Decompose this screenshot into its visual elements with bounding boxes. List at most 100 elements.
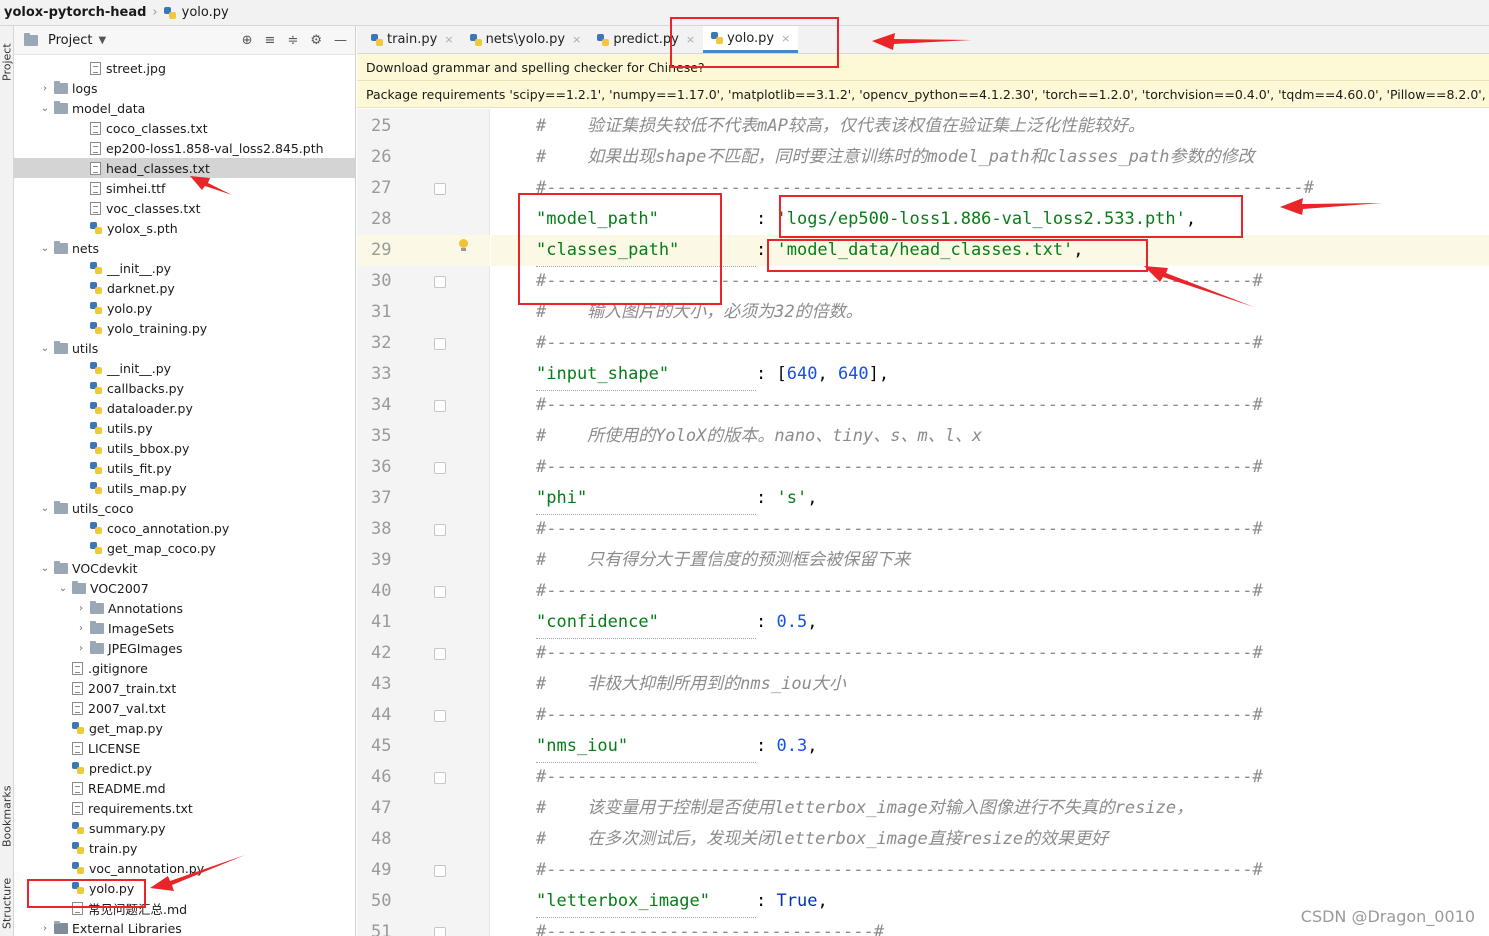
fold-marker-icon[interactable] (434, 927, 446, 936)
code-line[interactable]: #---------------------------------------… (491, 855, 1489, 886)
code-line[interactable]: "phi": 's', (491, 483, 1489, 515)
fold-marker-icon[interactable] (434, 524, 446, 536)
bookmarks-tool-button[interactable]: Bookmarks (0, 781, 14, 851)
tree-item[interactable]: dataloader.py (14, 398, 355, 418)
tree-item[interactable]: simhei.ttf (14, 178, 355, 198)
code-line[interactable]: #---------------------------------------… (491, 576, 1489, 607)
code-line[interactable]: "confidence": 0.5, (491, 607, 1489, 639)
tree-item[interactable]: utils_fit.py (14, 458, 355, 478)
tree-item[interactable]: yolo.py (14, 298, 355, 318)
chevron-down-icon[interactable]: ⌄ (40, 243, 50, 254)
tree-item[interactable]: 2007_train.txt (14, 678, 355, 698)
tree-item[interactable]: head_classes.txt (14, 158, 355, 178)
code-line[interactable]: #---------------------------------------… (491, 762, 1489, 793)
tree-item[interactable]: darknet.py (14, 278, 355, 298)
code-line[interactable]: #---------------------------------------… (491, 452, 1489, 483)
tree-item[interactable]: README.md (14, 778, 355, 798)
code-line[interactable]: #---------------------------------------… (491, 700, 1489, 731)
chevron-right-icon[interactable]: › (76, 643, 86, 654)
chevron-down-icon[interactable]: ⌄ (40, 503, 50, 514)
tree-item[interactable]: summary.py (14, 818, 355, 838)
code-line[interactable]: # 在多次测试后，发现关闭letterbox_image直接resize的效果更… (491, 824, 1489, 855)
tree-item[interactable]: .gitignore (14, 658, 355, 678)
fold-marker-icon[interactable] (434, 276, 446, 288)
fold-marker-icon[interactable] (434, 648, 446, 660)
tree-item[interactable]: voc_annotation.py (14, 858, 355, 878)
tree-item[interactable]: yolox_s.pth (14, 218, 355, 238)
tree-item[interactable]: ⌄ VOC2007 (14, 578, 355, 598)
chevron-down-icon[interactable]: ⌄ (58, 583, 68, 594)
expand-icon[interactable]: ≑ (287, 33, 298, 48)
tree-item[interactable]: LICENSE (14, 738, 355, 758)
code-line[interactable]: # 所使用的YoloX的版本。nano、tiny、s、m、l、x (491, 421, 1489, 452)
tree-item[interactable]: coco_annotation.py (14, 518, 355, 538)
gear-icon[interactable]: ⚙ (310, 33, 322, 48)
fold-marker-icon[interactable] (434, 338, 446, 350)
chevron-down-icon[interactable]: ⌄ (40, 103, 50, 114)
code-line[interactable]: # 非极大抑制所用到的nms_iou大小 (491, 669, 1489, 700)
close-icon[interactable]: × (444, 33, 453, 46)
tree-item[interactable]: yolo_training.py (14, 318, 355, 338)
chevron-down-icon[interactable]: ⌄ (40, 343, 50, 354)
chevron-down-icon[interactable]: ▼ (98, 35, 106, 46)
editor-tab[interactable]: train.py × (363, 26, 462, 53)
tree-item[interactable]: predict.py (14, 758, 355, 778)
fold-marker-icon[interactable] (434, 462, 446, 474)
fold-marker-icon[interactable] (434, 710, 446, 722)
tree-item[interactable]: › External Libraries (14, 918, 355, 936)
fold-marker-icon[interactable] (434, 400, 446, 412)
project-tool-button[interactable]: Project (0, 32, 14, 92)
minimize-icon[interactable]: — (334, 33, 347, 48)
code-line[interactable]: # 该变量用于控制是否使用letterbox_image对输入图像进行不失真的r… (491, 793, 1489, 824)
tree-item[interactable]: __init__.py (14, 358, 355, 378)
tree-item[interactable]: utils_map.py (14, 478, 355, 498)
fold-marker-icon[interactable] (434, 586, 446, 598)
code-line[interactable]: "nms_iou": 0.3, (491, 731, 1489, 763)
tree-item[interactable]: utils_bbox.py (14, 438, 355, 458)
tree-item[interactable]: › JPEGImages (14, 638, 355, 658)
tree-item[interactable]: voc_classes.txt (14, 198, 355, 218)
tree-item[interactable]: ⌄ VOCdevkit (14, 558, 355, 578)
code-line[interactable]: # 验证集损失较低不代表mAP较高，仅代表该权值在验证集上泛化性能较好。 (491, 111, 1489, 142)
chevron-right-icon[interactable]: › (40, 83, 50, 94)
tree-item[interactable]: __init__.py (14, 258, 355, 278)
breadcrumb-project[interactable]: yolox-pytorch-head (4, 5, 146, 20)
tree-item[interactable]: street.jpg (14, 58, 355, 78)
project-panel-title[interactable]: Project (48, 33, 92, 48)
tree-item[interactable]: ⌄ utils_coco (14, 498, 355, 518)
tree-item[interactable]: ⌄ model_data (14, 98, 355, 118)
code-line[interactable]: #---------------------------------------… (491, 390, 1489, 421)
tree-item[interactable]: requirements.txt (14, 798, 355, 818)
structure-tool-button[interactable]: Structure (0, 871, 14, 936)
tree-item[interactable]: ep200-loss1.858-val_loss2.845.pth (14, 138, 355, 158)
tree-item[interactable]: train.py (14, 838, 355, 858)
tree-item[interactable]: coco_classes.txt (14, 118, 355, 138)
tree-item[interactable]: callbacks.py (14, 378, 355, 398)
tree-item[interactable]: › Annotations (14, 598, 355, 618)
editor-tab[interactable]: nets\yolo.py × (462, 26, 590, 53)
grammar-notice-text[interactable]: Download grammar and spelling checker fo… (366, 60, 705, 75)
fold-marker-icon[interactable] (434, 865, 446, 877)
fold-marker-icon[interactable] (434, 183, 446, 195)
chevron-right-icon[interactable]: › (76, 623, 86, 634)
code-line[interactable]: #---------------------------------------… (491, 638, 1489, 669)
code-line[interactable]: # 如果出现shape不匹配，同时要注意训练时的model_path和class… (491, 142, 1489, 173)
tree-item[interactable]: get_map_coco.py (14, 538, 355, 558)
locate-icon[interactable]: ⊕ (242, 33, 253, 48)
tree-item[interactable]: ⌄ nets (14, 238, 355, 258)
tree-item[interactable]: ⌄ utils (14, 338, 355, 358)
close-icon[interactable]: × (572, 33, 581, 46)
tree-item[interactable]: 2007_val.txt (14, 698, 355, 718)
breadcrumb-file[interactable]: yolo.py (182, 5, 229, 20)
code-line[interactable]: #---------------------------------------… (491, 514, 1489, 545)
chevron-right-icon[interactable]: › (40, 923, 50, 934)
collapse-all-icon[interactable]: ≡ (265, 33, 276, 48)
code-line[interactable]: # 只有得分大于置信度的预测框会被保留下来 (491, 545, 1489, 576)
fold-marker-icon[interactable] (434, 772, 446, 784)
tree-item[interactable]: get_map.py (14, 718, 355, 738)
tree-item[interactable]: › logs (14, 78, 355, 98)
tree-item[interactable]: › ImageSets (14, 618, 355, 638)
code-line[interactable]: "input_shape": [640, 640], (491, 359, 1489, 391)
chevron-right-icon[interactable]: › (76, 603, 86, 614)
chevron-down-icon[interactable]: ⌄ (40, 563, 50, 574)
